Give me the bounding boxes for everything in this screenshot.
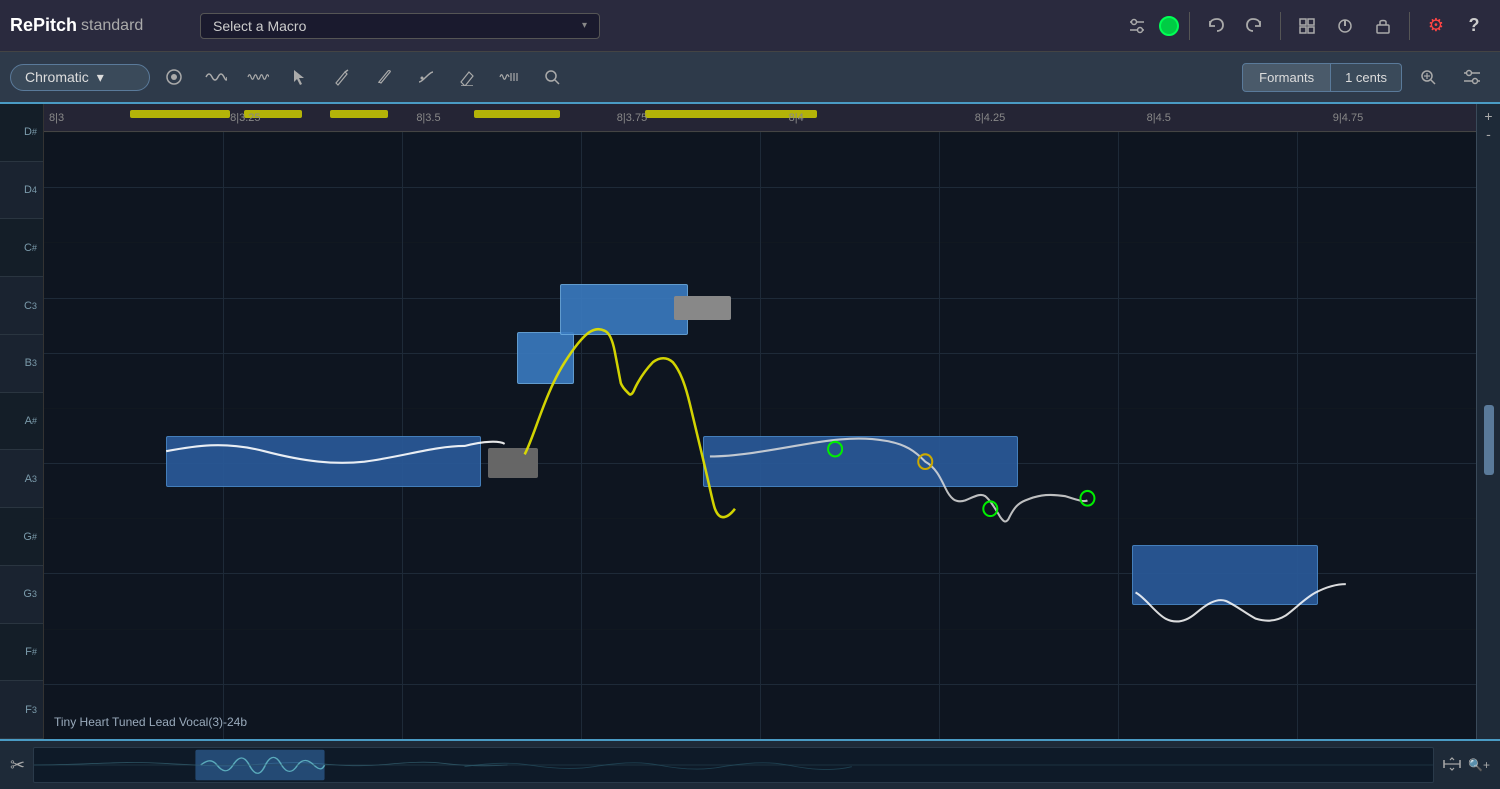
note-block[interactable] [166,436,481,488]
right-panel: + - [1476,104,1500,739]
draw-tool[interactable] [324,59,360,95]
piano-labels: D# D4 C# C3 B3 A# A3 G# G3 F# F3 [0,104,44,739]
erase-tool[interactable] [450,59,486,95]
power-icon[interactable] [1329,10,1361,42]
app-logo: RePitch standard [10,15,190,36]
note-block-selected[interactable] [517,332,574,384]
timeline-ruler[interactable]: 8|3 8|3.25 8|3.5 8|3.75 8|4 8|4.25 8|4.5… [44,104,1476,132]
ruler-segment [474,110,560,118]
help-icon[interactable]: ? [1458,10,1490,42]
search-tool[interactable] [534,59,570,95]
undo-icon[interactable] [1200,10,1232,42]
zoom-icon[interactable] [1410,59,1446,95]
chevron-down-icon: ▾ [582,20,587,31]
piano-key-As: A# [0,393,43,451]
note-block6[interactable] [1132,545,1318,606]
piano-key-F3: F3 [0,681,43,739]
ruler-mark-84: 8|4 [789,112,804,124]
status-indicator [1159,16,1179,36]
piano-key-Cs: C# [0,219,43,277]
logo-standard: standard [81,17,143,35]
ruler-mark-835: 8|3.5 [416,112,440,124]
gear-icon[interactable]: ⚙ [1420,10,1452,42]
vibrato-edit-tool[interactable] [492,59,528,95]
right-controls: Formants 1 cents [1242,59,1490,95]
separator2 [1280,12,1281,40]
formants-button[interactable]: Formants [1242,63,1331,92]
macro-select[interactable]: Select a Macro ▾ [200,13,600,39]
cents-button[interactable]: 1 cents [1331,63,1402,92]
separator [1189,12,1190,40]
file-label: Tiny Heart Tuned Lead Vocal(3)-24b [54,715,247,729]
chromatic-select[interactable]: Chromatic ▾ [10,64,150,91]
vertical-scrollbar-thumb[interactable] [1484,405,1494,475]
bottom-bar: ✂ 🔍+ [0,739,1500,789]
waveform-tool[interactable] [198,59,234,95]
macro-label: Select a Macro [213,18,306,34]
piano-key-G3: G3 [0,566,43,624]
zoom-in-icon[interactable]: + [1484,108,1492,124]
snap-icon[interactable] [156,59,192,95]
top-icons: ⚙ ? [1121,10,1490,42]
piano-key-A3: A3 [0,450,43,508]
grid-line-v [581,132,582,739]
ruler-segment [330,110,387,118]
cut-icon[interactable]: ✂ [10,755,25,776]
ruler-mark-8325: 8|3.25 [230,112,260,124]
select-tool[interactable] [282,59,318,95]
zoom-out-icon[interactable]: - [1486,126,1491,142]
piano-key-Ds: D# [0,104,43,162]
piano-key-D4: D4 [0,162,43,220]
piano-key-B3: B3 [0,335,43,393]
vibrato-tool[interactable] [240,59,276,95]
pencil-tool[interactable] [366,59,402,95]
waveform-expand-icon[interactable] [1442,756,1462,775]
lock-icon[interactable] [1367,10,1399,42]
piano-key-Gs: G# [0,508,43,566]
grid-line-v [1297,132,1298,739]
grid-icon[interactable] [1291,10,1323,42]
zoom-in-bottom[interactable]: 🔍+ [1468,758,1490,772]
ruler-mark-83: 8|3 [49,112,64,124]
note-block-gray[interactable] [488,448,538,478]
ruler-mark-8375: 8|3.75 [617,112,647,124]
grid-line-v [1118,132,1119,739]
grid-area[interactable]: Tiny Heart Tuned Lead Vocal(3)-24b [44,132,1476,739]
curve-tool[interactable] [408,59,444,95]
top-toolbar: RePitch standard Select a Macro ▾ [0,0,1500,52]
chromatic-label: Chromatic [25,69,89,85]
redo-icon[interactable] [1238,10,1270,42]
logo-repitch: RePitch [10,15,77,36]
settings-sliders-icon[interactable] [1454,59,1490,95]
note-block-selected2[interactable] [560,284,689,336]
ruler-segment [130,110,230,118]
separator3 [1409,12,1410,40]
ruler-mark-8425: 8|4.25 [975,112,1005,124]
settings-icon[interactable] [1121,10,1153,42]
waveform-overview[interactable] [33,747,1434,783]
chevron-down-icon: ▾ [97,69,104,86]
bottom-right-controls: 🔍+ [1442,756,1490,775]
ruler-mark-845: 8|4.5 [1147,112,1171,124]
zoom-controls-bottom: 🔍+ [1468,758,1490,772]
note-handle[interactable] [674,296,731,320]
piano-key-Fs: F# [0,624,43,682]
timeline-area: 8|3 8|3.25 8|3.5 8|3.75 8|4 8|4.25 8|4.5… [44,104,1476,739]
ruler-mark-9475: 9|4.75 [1333,112,1363,124]
piano-key-C3: C3 [0,277,43,335]
note-block5[interactable] [703,436,1018,488]
second-toolbar: Chromatic ▾ [0,52,1500,104]
